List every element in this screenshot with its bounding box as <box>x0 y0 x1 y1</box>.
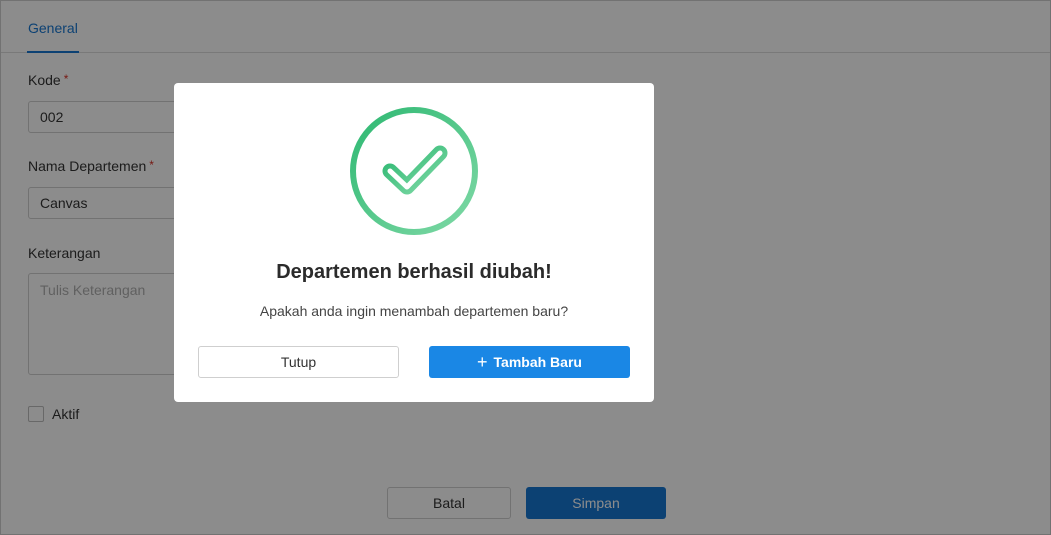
dialog-message: Apakah anda ingin menambah departemen ba… <box>259 303 569 319</box>
add-new-button[interactable]: + Tambah Baru <box>429 346 630 378</box>
plus-icon: + <box>477 352 488 372</box>
close-button[interactable]: Tutup <box>198 346 399 378</box>
add-new-label: Tambah Baru <box>493 354 582 370</box>
success-dialog: Departemen berhasil diubah! Apakah anda … <box>174 83 654 402</box>
dialog-title: Departemen berhasil diubah! <box>276 261 552 283</box>
success-check-icon <box>350 107 478 235</box>
